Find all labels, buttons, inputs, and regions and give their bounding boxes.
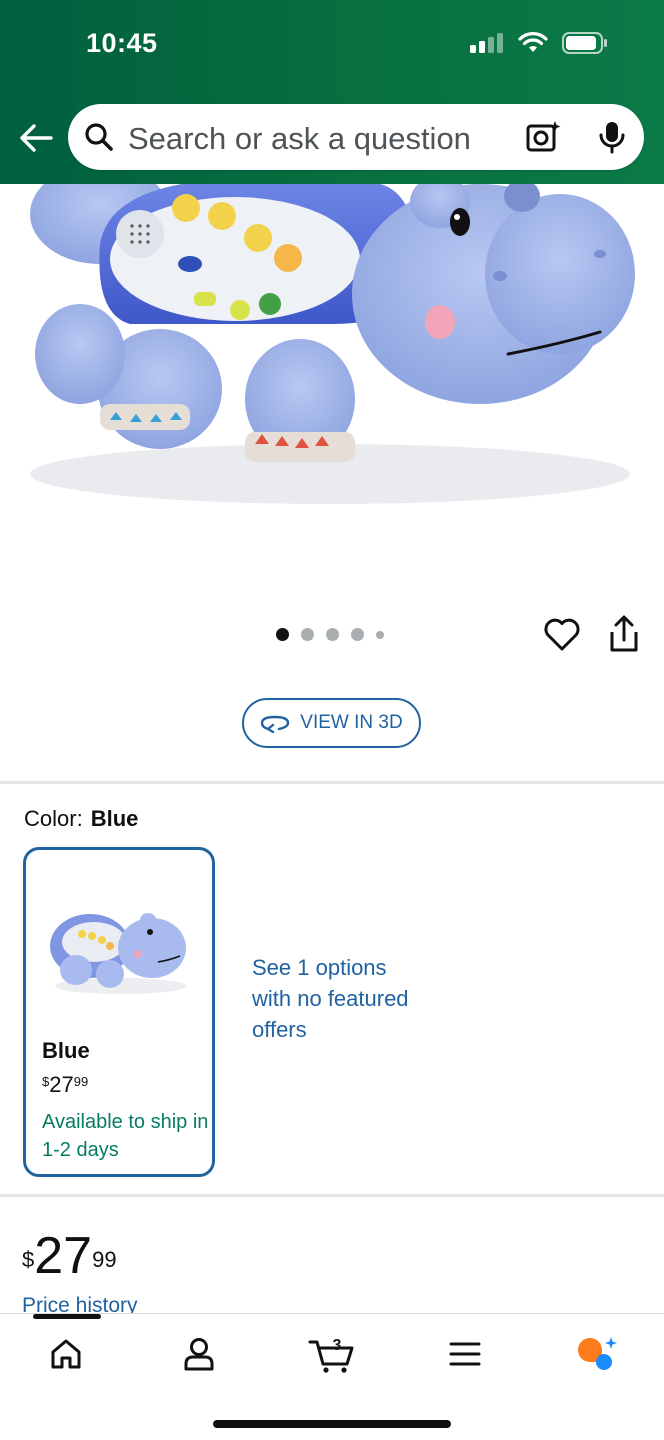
swatch-price-whole: 27 bbox=[49, 1072, 74, 1097]
section-divider bbox=[0, 781, 664, 784]
back-arrow-icon bbox=[20, 124, 53, 152]
color-swatch-blue[interactable]: Blue $2799 Available to ship in 1-2 days bbox=[23, 847, 215, 1177]
home-icon bbox=[51, 1339, 81, 1369]
swatch-price-currency: $ bbox=[42, 1074, 50, 1089]
nav-account[interactable] bbox=[175, 1334, 223, 1374]
color-selected-value: Blue bbox=[90, 806, 139, 831]
battery-icon bbox=[562, 32, 608, 59]
view-in-3d-button[interactable]: VIEW IN 3D bbox=[242, 698, 421, 748]
search-icon bbox=[84, 122, 114, 157]
home-indicator bbox=[213, 1420, 451, 1428]
product-price: $2799 bbox=[22, 1228, 117, 1284]
nav-home[interactable] bbox=[42, 1334, 90, 1374]
view-in-3d-label: VIEW IN 3D bbox=[300, 712, 403, 733]
color-label-text: Color: bbox=[24, 806, 83, 831]
price-fraction: 99 bbox=[92, 1247, 117, 1272]
rotate-3d-icon bbox=[261, 715, 290, 733]
nav-cart[interactable]: 3 bbox=[306, 1334, 358, 1374]
status-time: 10:45 bbox=[86, 28, 158, 58]
bottom-navigation: 3 bbox=[0, 1313, 664, 1440]
swatch-price: $2799 bbox=[42, 1072, 88, 1098]
search-input[interactable]: Search or ask a question bbox=[128, 121, 471, 157]
price-currency: $ bbox=[22, 1247, 35, 1272]
cart-count: 3 bbox=[333, 1337, 342, 1354]
share-icon bbox=[610, 615, 638, 652]
swatch-availability: Available to ship in 1-2 days bbox=[42, 1111, 209, 1161]
status-icons bbox=[470, 32, 608, 59]
back-button[interactable] bbox=[14, 116, 58, 160]
swatch-name: Blue bbox=[42, 1038, 90, 1063]
search-bar[interactable]: Search or ask a question bbox=[68, 104, 644, 170]
active-tab-indicator bbox=[33, 1314, 101, 1319]
wifi-icon bbox=[518, 32, 548, 59]
see-options-link[interactable]: See 1 options with no featured offers bbox=[252, 952, 412, 1045]
share-button[interactable] bbox=[606, 614, 642, 654]
nav-rufus[interactable] bbox=[572, 1334, 620, 1374]
hippo-plush-image bbox=[30, 184, 635, 504]
gallery-dot[interactable] bbox=[276, 628, 289, 641]
swatch-thumbnail bbox=[46, 890, 196, 1000]
swatch-price-fraction: 99 bbox=[73, 1074, 89, 1089]
heart-icon bbox=[544, 618, 580, 651]
person-icon bbox=[184, 1338, 214, 1371]
app-header: 10:45 Search or ask a question bbox=[0, 0, 664, 184]
section-divider bbox=[0, 1194, 664, 1197]
camera-search-icon[interactable] bbox=[526, 120, 562, 159]
rufus-icon bbox=[578, 1337, 617, 1370]
gallery-dot[interactable] bbox=[301, 628, 314, 641]
menu-icon bbox=[449, 1342, 481, 1366]
microphone-icon[interactable] bbox=[598, 120, 626, 159]
wishlist-button[interactable] bbox=[543, 616, 581, 654]
image-gallery-dots[interactable] bbox=[276, 628, 384, 641]
gallery-dot[interactable] bbox=[326, 628, 339, 641]
product-image[interactable] bbox=[0, 184, 664, 584]
color-label: Color: Blue bbox=[24, 806, 138, 832]
price-whole: 27 bbox=[34, 1227, 93, 1285]
cart-icon: 3 bbox=[308, 1337, 354, 1373]
gallery-dot[interactable] bbox=[376, 630, 384, 639]
gallery-dot[interactable] bbox=[351, 628, 364, 641]
signal-icon bbox=[470, 33, 504, 58]
nav-menu[interactable] bbox=[441, 1334, 489, 1374]
